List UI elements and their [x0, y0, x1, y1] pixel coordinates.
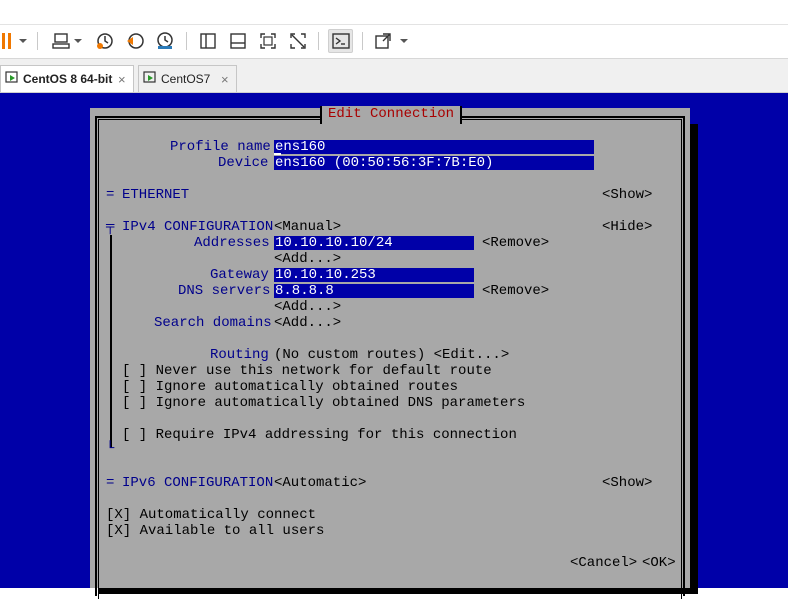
device-field[interactable]: ens160 (00:50:56:3F:7B:E0): [274, 156, 594, 170]
snapshot-revert-icon[interactable]: [123, 29, 147, 53]
vm-toolbar: [0, 25, 788, 59]
vm-running-icon: [5, 70, 19, 88]
routing-label: Routing: [210, 347, 269, 363]
dns-remove-button[interactable]: <Remove>: [482, 283, 549, 299]
ok-button[interactable]: <OK>: [642, 555, 676, 571]
ignore-dns-checkbox[interactable]: [ ] Ignore automatically obtained DNS pa…: [122, 395, 525, 411]
all-users-checkbox[interactable]: [X] Available to all users: [106, 523, 324, 539]
dns-servers-label: DNS servers: [178, 283, 271, 299]
snapshot-take-icon[interactable]: [93, 29, 117, 53]
address-remove-button[interactable]: <Remove>: [482, 235, 549, 251]
dns-server-field[interactable]: 8.8.8.8: [274, 284, 474, 298]
ipv6-method-button[interactable]: <Automatic>: [274, 475, 366, 491]
ipv4-section-end: └: [106, 441, 115, 457]
send-keys-dropdown-icon[interactable]: [72, 29, 84, 53]
toolbar-divider: [362, 32, 363, 50]
address-field[interactable]: 10.10.10.10/24: [274, 236, 474, 250]
ipv4-marker: ╤: [106, 219, 115, 235]
ethernet-marker: =: [106, 187, 115, 203]
ipv4-method-button[interactable]: <Manual>: [274, 219, 341, 235]
routing-edit-button[interactable]: (No custom routes) <Edit...>: [274, 347, 509, 363]
profile-name-field[interactable]: ens160: [274, 140, 594, 154]
pause-dropdown-icon[interactable]: [16, 29, 30, 53]
gateway-label: Gateway: [210, 267, 269, 283]
fullscreen-icon[interactable]: [257, 29, 279, 53]
console-view-icon[interactable]: [328, 29, 353, 53]
ipv6-section-label: IPv6 CONFIGURATION: [122, 475, 274, 491]
ipv4-section-line: [110, 235, 112, 448]
tab-close-icon[interactable]: ×: [118, 72, 126, 87]
profile-name-label: Profile name: [170, 139, 271, 155]
toolbar-divider: [37, 32, 38, 50]
toolbar-divider: [318, 32, 319, 50]
dialog-title: Edit Connection: [320, 106, 463, 124]
stretch-icon[interactable]: [372, 29, 394, 53]
auto-connect-checkbox[interactable]: [X] Automatically connect: [106, 507, 316, 523]
sidebar-toggle-icon[interactable]: [197, 29, 219, 53]
ignore-routes-checkbox[interactable]: [ ] Ignore automatically obtained routes: [122, 379, 458, 395]
ipv4-section-label: IPv4 CONFIGURATION: [122, 219, 274, 235]
gateway-field[interactable]: 10.10.10.253: [274, 268, 474, 282]
vm-tab-bar: CentOS 8 64-bit × CentOS7 ×: [0, 59, 788, 93]
never-default-route-checkbox[interactable]: [ ] Never use this network for default r…: [122, 363, 492, 379]
ipv6-marker: =: [106, 475, 115, 491]
toolbar-divider: [186, 32, 187, 50]
require-ipv4-checkbox[interactable]: [ ] Require IPv4 addressing for this con…: [122, 427, 517, 443]
address-add-button[interactable]: <Add...>: [274, 251, 341, 267]
send-keys-icon[interactable]: [50, 29, 72, 53]
addresses-label: Addresses: [194, 235, 270, 251]
tab-centos7[interactable]: CentOS7 ×: [138, 65, 237, 92]
ethernet-section-label: ETHERNET: [122, 187, 190, 203]
ipv6-show-button[interactable]: <Show>: [602, 475, 652, 491]
window-top-strip: [0, 0, 788, 25]
unity-icon[interactable]: [287, 29, 309, 53]
ethernet-show-button[interactable]: <Show>: [602, 187, 652, 203]
cancel-button[interactable]: <Cancel>: [570, 555, 637, 571]
device-label: Device: [218, 155, 269, 171]
tab-centos8[interactable]: CentOS 8 64-bit ×: [0, 65, 134, 92]
search-domains-label: Search domains: [154, 315, 272, 331]
tab-label: CentOS7: [161, 72, 211, 86]
dns-add-button[interactable]: <Add...>: [274, 299, 341, 315]
stretch-dropdown-icon[interactable]: [398, 29, 410, 53]
ipv4-hide-button[interactable]: <Hide>: [602, 219, 652, 235]
vm-icon: [143, 70, 157, 88]
thumbnail-bar-icon[interactable]: [227, 29, 249, 53]
text-cursor: [274, 153, 281, 155]
tab-close-icon[interactable]: ×: [221, 72, 229, 87]
pause-icon[interactable]: [0, 29, 14, 53]
tab-label: CentOS 8 64-bit: [23, 72, 113, 86]
snapshot-manager-icon[interactable]: [153, 29, 177, 53]
search-domains-add-button[interactable]: <Add...>: [274, 315, 341, 331]
